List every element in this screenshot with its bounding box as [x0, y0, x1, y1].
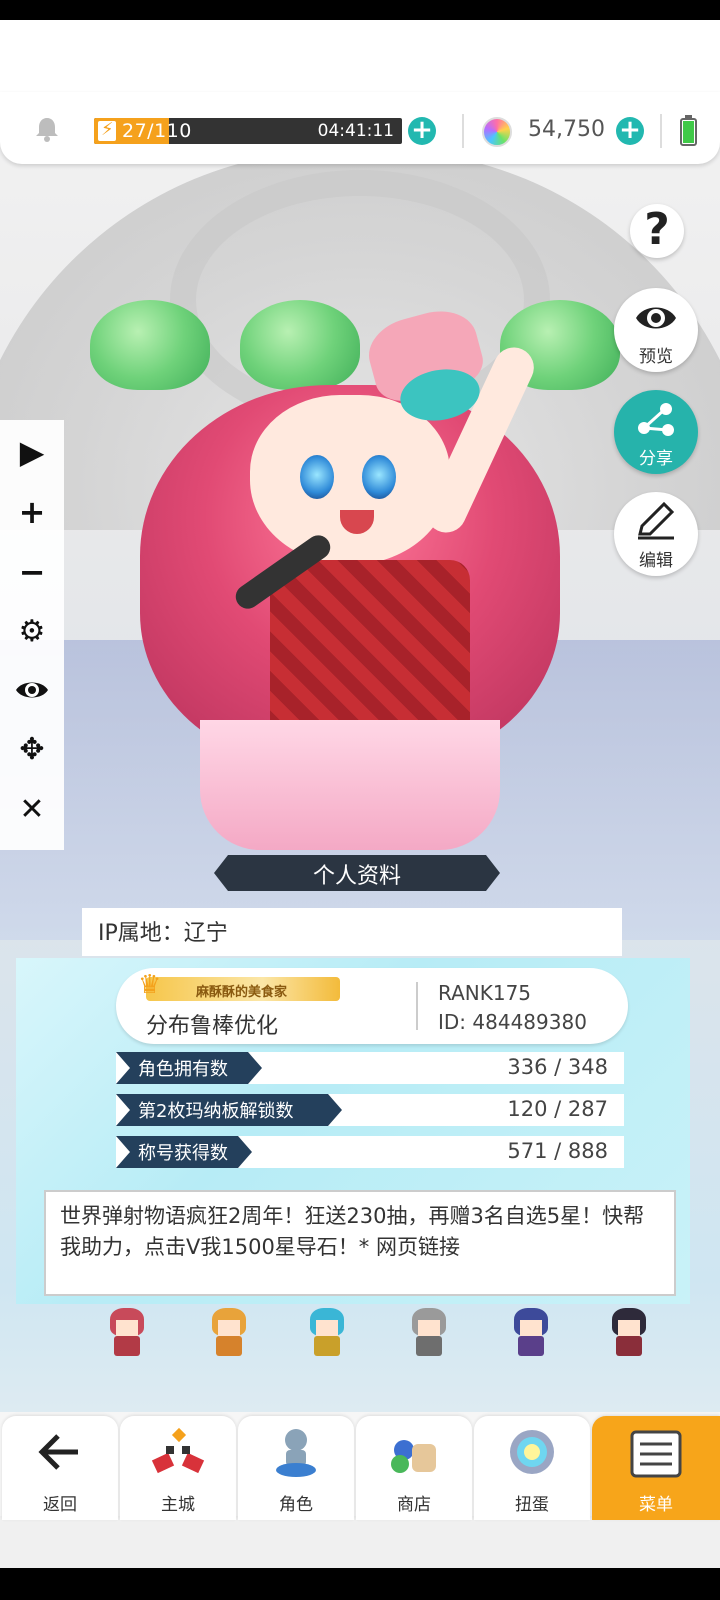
nav-back-button[interactable]: 返回	[2, 1416, 118, 1520]
nav-shop-button[interactable]: 商店	[356, 1416, 472, 1520]
eye-icon	[636, 307, 676, 329]
stat-label: 角色拥有数	[138, 1059, 228, 1080]
zoom-in-icon[interactable]: +	[14, 494, 50, 530]
stat-label: 称号获得数	[138, 1143, 228, 1164]
favorite-character-sprite[interactable]	[104, 1308, 150, 1358]
favorite-character-sprite[interactable]	[508, 1308, 554, 1358]
share-button[interactable]: 分享	[614, 390, 698, 474]
character-icon	[276, 1429, 316, 1477]
player-id: ID: 484489380	[438, 1010, 587, 1034]
nav-menu-button[interactable]: 菜单	[592, 1416, 720, 1520]
system-status-bar	[0, 0, 720, 20]
pencil-icon	[638, 501, 675, 540]
nav-gacha-button[interactable]: 扭蛋	[474, 1416, 590, 1520]
stamina-timer: 04:41:11	[317, 121, 394, 141]
edit-button[interactable]: 编辑	[614, 492, 698, 576]
divider	[462, 114, 464, 148]
player-rank: RANK175	[438, 981, 532, 1005]
gem-icon	[482, 117, 512, 147]
favorite-character-sprite[interactable]	[406, 1308, 452, 1358]
favorite-character-sprite[interactable]	[606, 1308, 652, 1358]
stat-row: 称号获得数 571 / 888	[116, 1136, 624, 1168]
favorite-character-sprite[interactable]	[206, 1308, 252, 1358]
nav-label: 菜单	[639, 1495, 673, 1515]
add-stamina-button[interactable]: +	[408, 117, 436, 145]
stat-row: 角色拥有数 336 / 348	[116, 1052, 624, 1084]
nav-label: 角色	[279, 1495, 313, 1515]
shop-bag-icon	[391, 1440, 436, 1473]
share-icon	[638, 403, 674, 436]
stat-value: 336 / 348	[507, 1055, 608, 1079]
bush-decoration	[90, 300, 210, 390]
eye-icon[interactable]	[14, 672, 50, 708]
nav-label: 主城	[161, 1495, 195, 1515]
app-screen: ⚡ 27/110 04:41:11 + 54,750 + ? 预览 分享 编辑 …	[0, 0, 720, 1600]
share-label: 分享	[639, 449, 673, 469]
nav-character-button[interactable]: 角色	[238, 1416, 354, 1520]
bush-decoration	[240, 300, 360, 390]
add-gems-button[interactable]: +	[616, 117, 644, 145]
preview-label: 预览	[639, 347, 673, 367]
profile-message: 世界弹射物语疯狂2周年！狂送230抽，再赠3名自选5星！快帮我助力，点击V我15…	[60, 1204, 645, 1259]
divider	[660, 114, 662, 148]
move-icon[interactable]: ✥	[14, 732, 50, 768]
close-icon[interactable]: ✕	[14, 792, 50, 828]
back-arrow-icon	[38, 1434, 78, 1470]
notification-bell-icon[interactable]	[34, 116, 60, 142]
title-badge-label: 麻酥酥的美食家	[196, 985, 288, 1000]
stat-row: 第2枚玛纳板解锁数 120 / 287	[116, 1094, 624, 1126]
menu-list-icon	[630, 1430, 682, 1478]
top-spacer	[0, 20, 720, 92]
lightning-icon: ⚡	[98, 119, 116, 141]
section-title: 个人资料	[312, 864, 401, 889]
stamina-bar: ⚡ 27/110 04:41:11	[94, 118, 402, 144]
view-toolbar: ▶ + − ⚙ ✥ ✕	[0, 420, 64, 850]
gear-icon[interactable]: ⚙	[14, 614, 50, 650]
favorite-character-sprite[interactable]	[304, 1308, 350, 1358]
stat-value: 120 / 287	[507, 1097, 608, 1121]
help-button[interactable]: ?	[630, 204, 684, 258]
battery-icon	[680, 115, 697, 146]
player-nickname: 分布鲁棒优化	[146, 1014, 279, 1039]
divider	[416, 982, 418, 1030]
gacha-icon	[510, 1430, 554, 1474]
stat-value: 571 / 888	[507, 1139, 608, 1163]
nav-label: 返回	[43, 1495, 77, 1515]
nav-label: 扭蛋	[515, 1495, 549, 1515]
crown-icon: ♛	[138, 970, 162, 1000]
play-icon[interactable]: ▶	[14, 434, 50, 470]
nav-label: 商店	[397, 1495, 431, 1515]
stamina-count: 27/110	[122, 120, 192, 142]
edit-label: 编辑	[639, 551, 673, 571]
bottom-spacer	[0, 1516, 720, 1568]
system-nav-bar	[0, 1568, 720, 1600]
castle-icon	[151, 1427, 205, 1474]
preview-button[interactable]: 预览	[614, 288, 698, 372]
ip-location: IP属地：辽宁	[98, 921, 228, 946]
zoom-out-icon[interactable]: −	[14, 554, 50, 590]
stat-label: 第2枚玛纳板解锁数	[138, 1101, 294, 1122]
nav-town-button[interactable]: 主城	[120, 1416, 236, 1520]
gem-count: 54,750	[528, 117, 605, 142]
